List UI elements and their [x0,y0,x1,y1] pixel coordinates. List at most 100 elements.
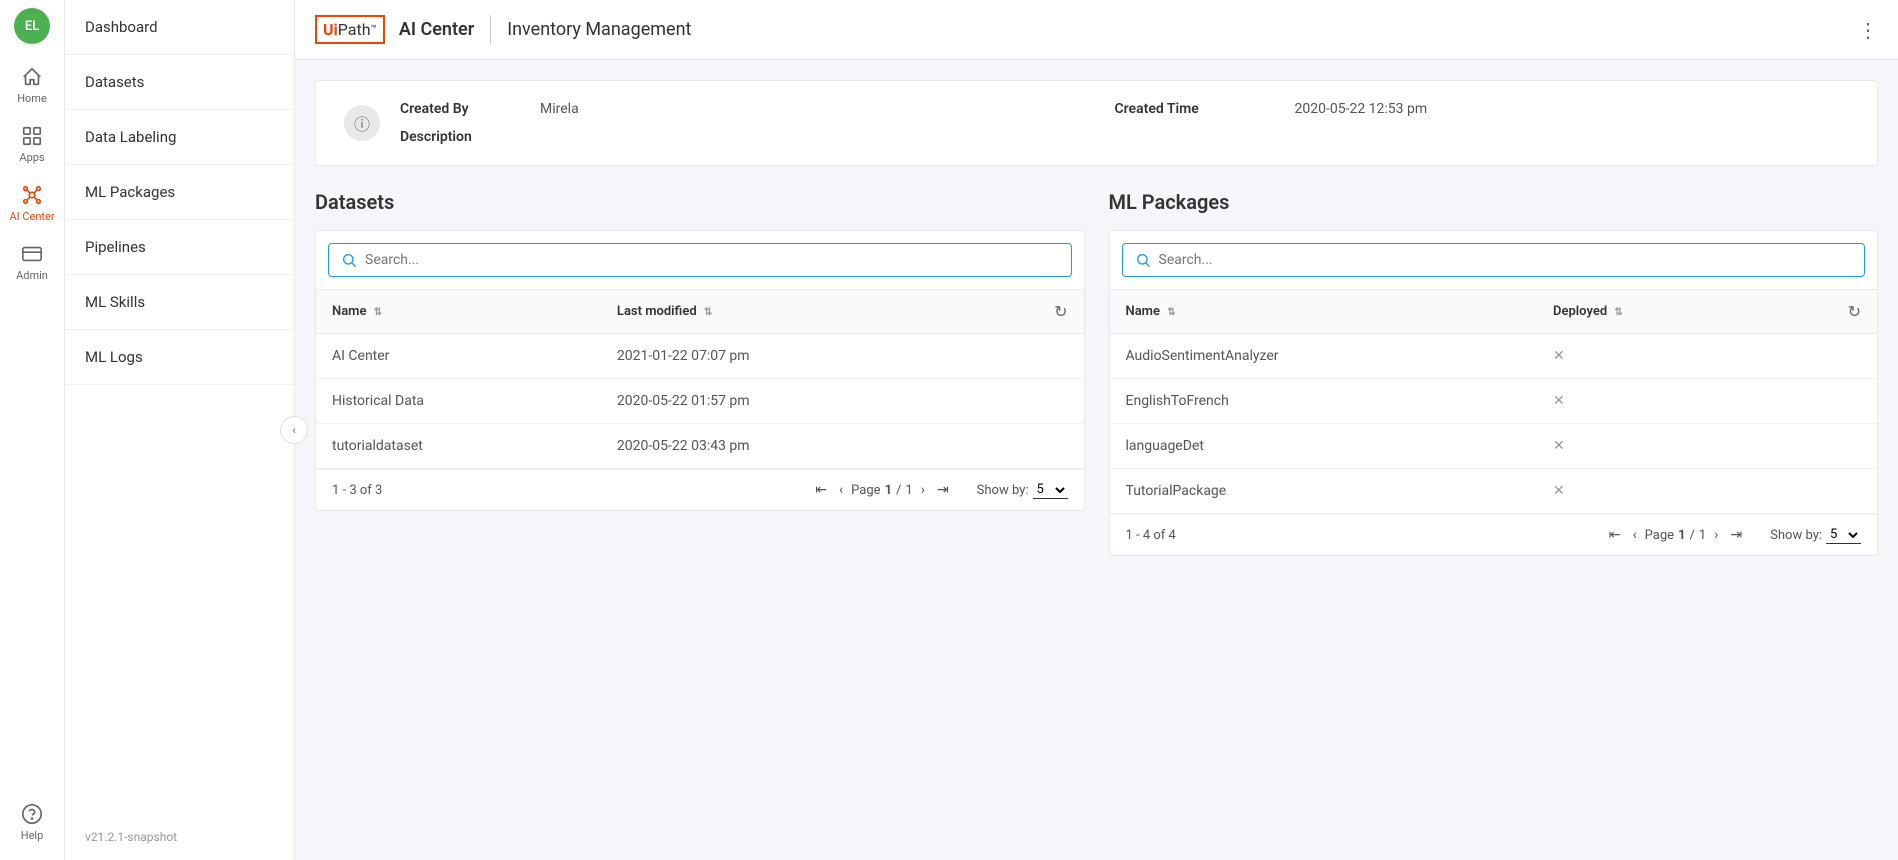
ml-packages-panel-title: ML Packages [1109,190,1879,214]
ml-packages-prev-page-button[interactable]: ‹ [1628,525,1640,545]
ml-packages-row-deployed: ✕ [1537,469,1772,514]
datasets-name-sort-icon[interactable]: ⇅ [374,307,382,318]
nav-item-ml-skills[interactable]: ML Skills [65,275,294,330]
logo-center-text: AI Center [399,19,474,40]
nav-item-pipelines[interactable]: Pipelines [65,220,294,275]
ml-packages-next-page-button[interactable]: › [1710,525,1722,545]
description-label: Description [400,129,520,145]
datasets-row-action [979,379,1083,424]
logo-ui: Ui [323,20,338,39]
sidebar-item-apps[interactable]: Apps [0,115,64,174]
datasets-search-icon [341,252,357,268]
main-content: Ui Path ™ AI Center Inventory Management… [295,0,1898,860]
ml-packages-row-action [1772,334,1877,379]
ml-packages-refresh-button[interactable]: ↻ [1848,302,1861,321]
sidebar-item-ai-center[interactable]: AI Center [0,174,64,233]
datasets-refresh-col: ↻ [979,290,1083,334]
created-by-value: Mirela [540,101,1095,117]
ml-packages-first-page-button[interactable]: ⇤ [1605,525,1625,545]
icon-sidebar: EL Home Apps AI Center [0,0,65,860]
ml-packages-last-page-button[interactable]: ⇥ [1726,525,1746,545]
datasets-first-page-button[interactable]: ⇤ [811,480,831,500]
ml-packages-panel: ML Packages Name [1109,190,1879,556]
ml-packages-page-total: 1 [1699,528,1706,543]
ml-packages-col-deployed[interactable]: Deployed ⇅ [1537,290,1772,334]
datasets-table-row[interactable]: Historical Data 2020-05-22 01:57 pm [316,379,1084,424]
three-dots-menu[interactable]: ⋮ [1858,18,1878,42]
datasets-search-input[interactable] [365,252,1059,268]
sidebar-item-home[interactable]: Home [0,56,64,115]
ml-packages-row-action [1772,469,1877,514]
datasets-page-current: 1 [885,483,892,498]
nav-item-ml-packages[interactable]: ML Packages [65,165,294,220]
ml-packages-row-deployed: ✕ [1537,379,1772,424]
sidebar-item-admin[interactable]: Admin [0,233,64,292]
nav-item-dashboard[interactable]: Dashboard [65,0,294,55]
ml-packages-row-name: languageDet [1110,424,1538,469]
top-header: Ui Path ™ AI Center Inventory Management… [295,0,1898,60]
datasets-row-last-modified: 2020-05-22 01:57 pm [601,379,979,424]
ml-packages-col-name[interactable]: Name ⇅ [1110,290,1538,334]
datasets-panel: Datasets Name [315,190,1085,556]
ml-packages-row-deployed: ✕ [1537,334,1772,379]
datasets-panel-title: Datasets [315,190,1085,214]
datasets-table-row[interactable]: tutorialdataset 2020-05-22 03:43 pm [316,424,1084,469]
ml-packages-row-deployed: ✕ [1537,424,1772,469]
datasets-row-name: AI Center [316,334,601,379]
logo-area: Ui Path ™ AI Center [315,15,474,44]
datasets-last-page-button[interactable]: ⇥ [933,480,953,500]
info-card: ⓘ Created By Mirela Created Time 2020-05… [315,80,1878,166]
avatar[interactable]: EL [14,8,50,44]
datasets-page-nav: ⇤ ‹ Page 1 / 1 › ⇥ [811,480,952,500]
datasets-next-page-button[interactable]: › [917,480,929,500]
ml-packages-search-input[interactable] [1159,252,1853,268]
ml-packages-table-row[interactable]: AudioSentimentAnalyzer ✕ [1110,334,1878,379]
ml-packages-row-name: AudioSentimentAnalyzer [1110,334,1538,379]
ml-packages-show-by-select[interactable]: 5 10 25 [1826,526,1861,544]
datasets-table-row[interactable]: AI Center 2021-01-22 07:07 pm [316,334,1084,379]
datasets-last-modified-sort-icon[interactable]: ⇅ [704,307,712,318]
logo-box: Ui Path ™ [315,15,385,44]
datasets-page-total: 1 [905,483,912,498]
ml-packages-table-row[interactable]: TutorialPackage ✕ [1110,469,1878,514]
nav-item-ml-logs[interactable]: ML Logs [65,330,294,385]
header-divider [490,15,491,45]
content-body: ⓘ Created By Mirela Created Time 2020-05… [295,60,1898,860]
nav-sidebar: Dashboard Datasets Data Labeling ML Pack… [65,0,295,860]
ml-packages-row-name: EnglishToFrench [1110,379,1538,424]
ml-packages-row-action [1772,424,1877,469]
datasets-row-action [979,424,1083,469]
ml-packages-search-bar[interactable] [1122,243,1866,277]
nav-item-datasets[interactable]: Datasets [65,55,294,110]
ml-packages-table-row[interactable]: languageDet ✕ [1110,424,1878,469]
ml-packages-show-by-label: Show by: [1770,528,1822,543]
datasets-col-last-modified[interactable]: Last modified ⇅ [601,290,979,334]
datasets-pagination: 1 - 3 of 3 ⇤ ‹ Page 1 / 1 › ⇥ Sh [316,469,1084,510]
datasets-show-by-select[interactable]: 5 10 25 [1033,481,1068,499]
datasets-page-separator: / [896,483,901,498]
page-title: Inventory Management [507,19,691,40]
ml-packages-pagination: 1 - 4 of 4 ⇤ ‹ Page 1 / 1 › ⇥ Sh [1110,514,1878,555]
sidebar-collapse-button[interactable]: ‹ [280,416,308,444]
sidebar-item-help[interactable]: Help [0,793,64,852]
ml-packages-page-range: 1 - 4 of 4 [1126,528,1597,543]
datasets-prev-page-button[interactable]: ‹ [835,480,847,500]
ml-packages-table-row[interactable]: EnglishToFrench ✕ [1110,379,1878,424]
info-icon: ⓘ [344,105,380,141]
ml-packages-deployed-sort-icon[interactable]: ⇅ [1614,307,1622,318]
datasets-show-by-label: Show by: [977,483,1029,498]
ml-packages-page-separator: / [1690,528,1695,543]
ml-packages-name-sort-icon[interactable]: ⇅ [1167,307,1175,318]
datasets-search-bar[interactable] [328,243,1072,277]
nav-item-data-labeling[interactable]: Data Labeling [65,110,294,165]
datasets-row-action [979,334,1083,379]
ml-packages-page-current: 1 [1678,528,1685,543]
panels-row: Datasets Name [315,190,1878,556]
datasets-show-by: Show by: 5 10 25 [977,481,1068,499]
datasets-refresh-button[interactable]: ↻ [1054,302,1067,321]
datasets-col-name[interactable]: Name ⇅ [316,290,601,334]
created-by-label: Created By [400,101,520,117]
datasets-page-label: Page [851,483,880,498]
ml-packages-panel-inner: Name ⇅ Deployed ⇅ ↻ [1109,230,1879,556]
ml-packages-search-icon [1135,252,1151,268]
